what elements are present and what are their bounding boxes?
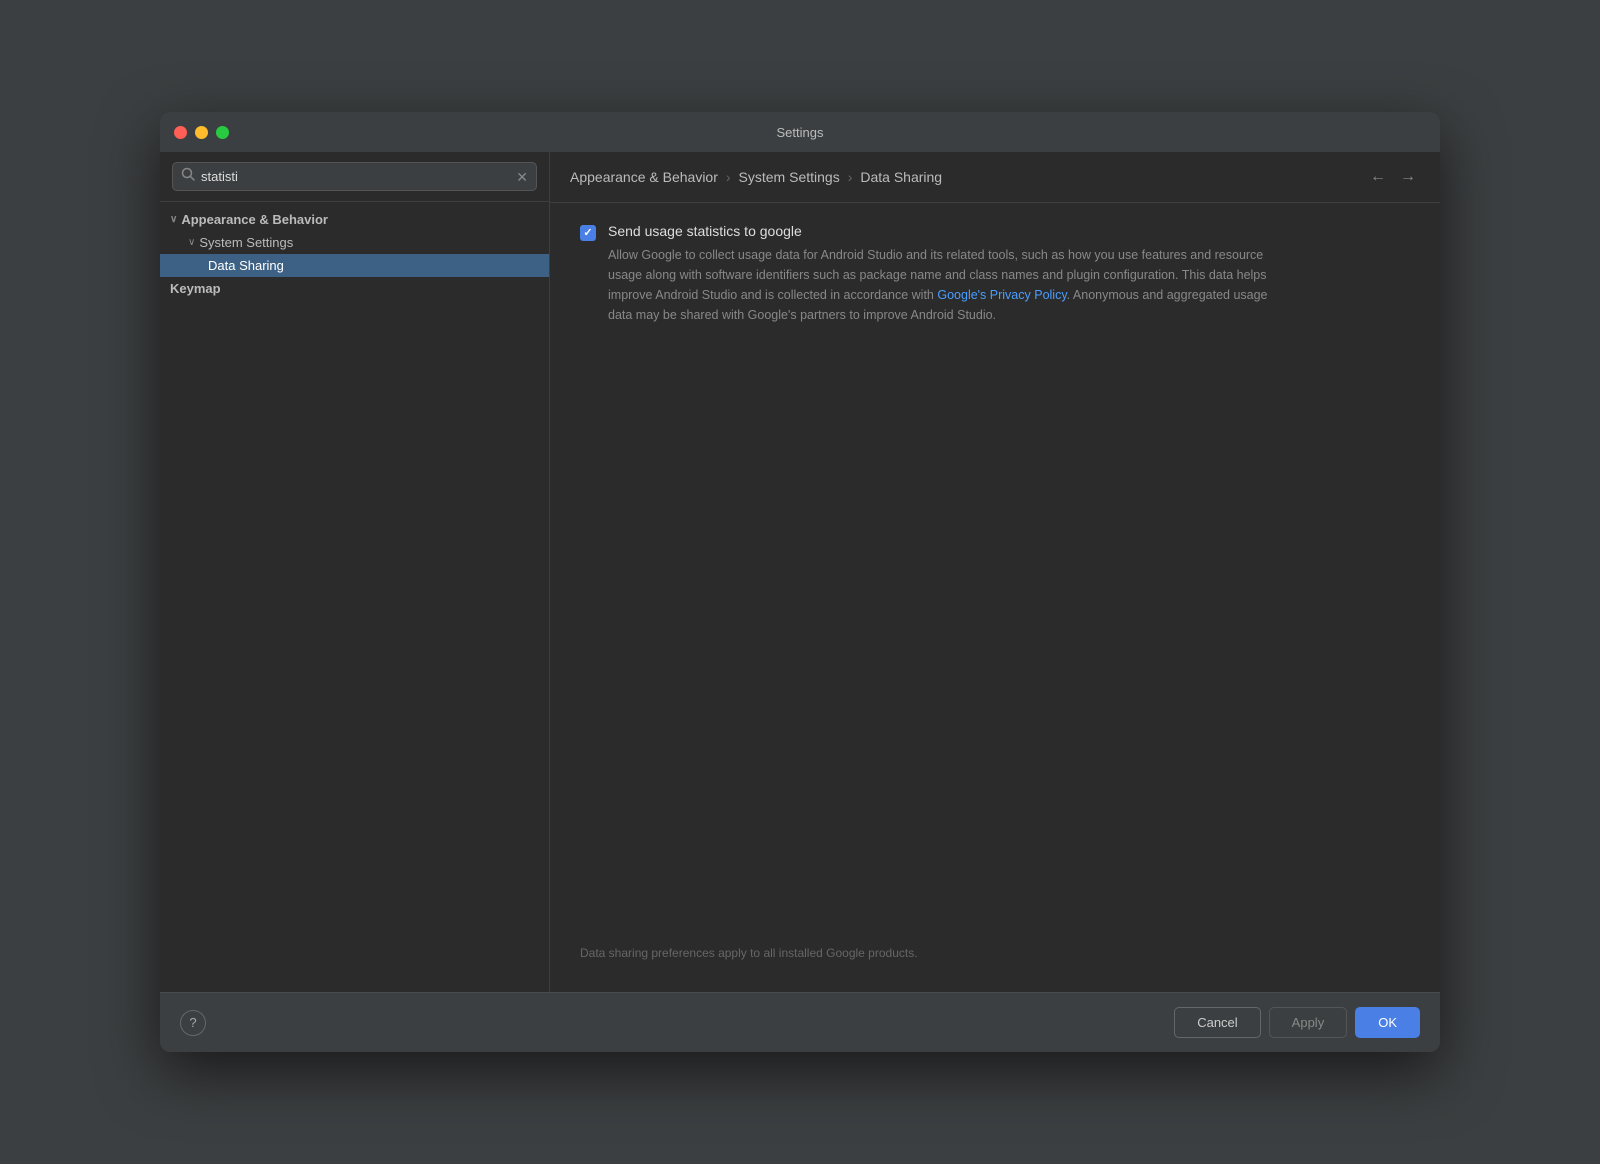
setting-label: Send usage statistics to google bbox=[608, 223, 1288, 239]
breadcrumb: Appearance & Behavior › System Settings … bbox=[550, 152, 1440, 203]
title-bar: Settings bbox=[160, 112, 1440, 152]
checkbox-element[interactable]: ✓ bbox=[580, 225, 596, 241]
sidebar-item-data-sharing[interactable]: Data Sharing bbox=[160, 254, 549, 277]
search-icon bbox=[181, 167, 195, 186]
sidebar-item-label: Keymap bbox=[170, 281, 221, 296]
close-button[interactable] bbox=[174, 126, 187, 139]
setting-content: Send usage statistics to google Allow Go… bbox=[608, 223, 1288, 325]
minimize-button[interactable] bbox=[195, 126, 208, 139]
privacy-policy-link[interactable]: Google's Privacy Policy bbox=[937, 288, 1066, 302]
chevron-down-icon: ∨ bbox=[170, 214, 177, 225]
window-controls bbox=[174, 126, 229, 139]
bottom-bar: ? Cancel Apply OK bbox=[160, 992, 1440, 1052]
sidebar: ✕ ∨ Appearance & Behavior ∨ System Setti… bbox=[160, 152, 550, 992]
window-title: Settings bbox=[777, 125, 824, 140]
sidebar-item-keymap[interactable]: Keymap bbox=[160, 277, 549, 300]
content-footer: Data sharing preferences apply to all in… bbox=[580, 924, 1410, 972]
main-layout: ✕ ∨ Appearance & Behavior ∨ System Setti… bbox=[160, 152, 1440, 992]
setting-description: Allow Google to collect usage data for A… bbox=[608, 245, 1288, 325]
maximize-button[interactable] bbox=[216, 126, 229, 139]
sidebar-item-label: Data Sharing bbox=[208, 258, 284, 273]
settings-dialog: Settings ✕ bbox=[160, 112, 1440, 1052]
footer-note: Data sharing preferences apply to all in… bbox=[580, 946, 918, 960]
search-clear-button[interactable]: ✕ bbox=[516, 170, 528, 184]
help-button[interactable]: ? bbox=[180, 1010, 206, 1036]
ok-button[interactable]: OK bbox=[1355, 1007, 1420, 1038]
search-container: ✕ bbox=[160, 152, 549, 202]
breadcrumb-back-button[interactable]: ← bbox=[1366, 166, 1390, 188]
nav-tree: ∨ Appearance & Behavior ∨ System Setting… bbox=[160, 202, 549, 992]
search-box: ✕ bbox=[172, 162, 537, 191]
sidebar-item-appearance-behavior[interactable]: ∨ Appearance & Behavior bbox=[160, 208, 549, 231]
breadcrumb-item-1: Appearance & Behavior bbox=[570, 169, 718, 185]
content-body: ✓ Send usage statistics to google Allow … bbox=[550, 203, 1440, 992]
sidebar-item-system-settings[interactable]: ∨ System Settings bbox=[160, 231, 549, 254]
breadcrumb-item-2: System Settings bbox=[739, 169, 840, 185]
sidebar-item-label: System Settings bbox=[199, 235, 293, 250]
breadcrumb-separator-1: › bbox=[726, 169, 731, 185]
sidebar-item-label: Appearance & Behavior bbox=[181, 212, 328, 227]
checkmark-icon: ✓ bbox=[583, 228, 592, 239]
chevron-down-icon: ∨ bbox=[188, 237, 195, 248]
search-input[interactable] bbox=[201, 169, 510, 184]
apply-button[interactable]: Apply bbox=[1269, 1007, 1348, 1038]
breadcrumb-nav: ← → bbox=[1366, 166, 1420, 188]
breadcrumb-separator-2: › bbox=[848, 169, 853, 185]
cancel-button[interactable]: Cancel bbox=[1174, 1007, 1260, 1038]
breadcrumb-forward-button[interactable]: → bbox=[1396, 166, 1420, 188]
breadcrumb-item-3: Data Sharing bbox=[860, 169, 942, 185]
content-area: Appearance & Behavior › System Settings … bbox=[550, 152, 1440, 992]
data-sharing-setting-row: ✓ Send usage statistics to google Allow … bbox=[580, 223, 1410, 325]
send-statistics-checkbox[interactable]: ✓ bbox=[580, 225, 596, 241]
bottom-actions: Cancel Apply OK bbox=[1174, 1007, 1420, 1038]
